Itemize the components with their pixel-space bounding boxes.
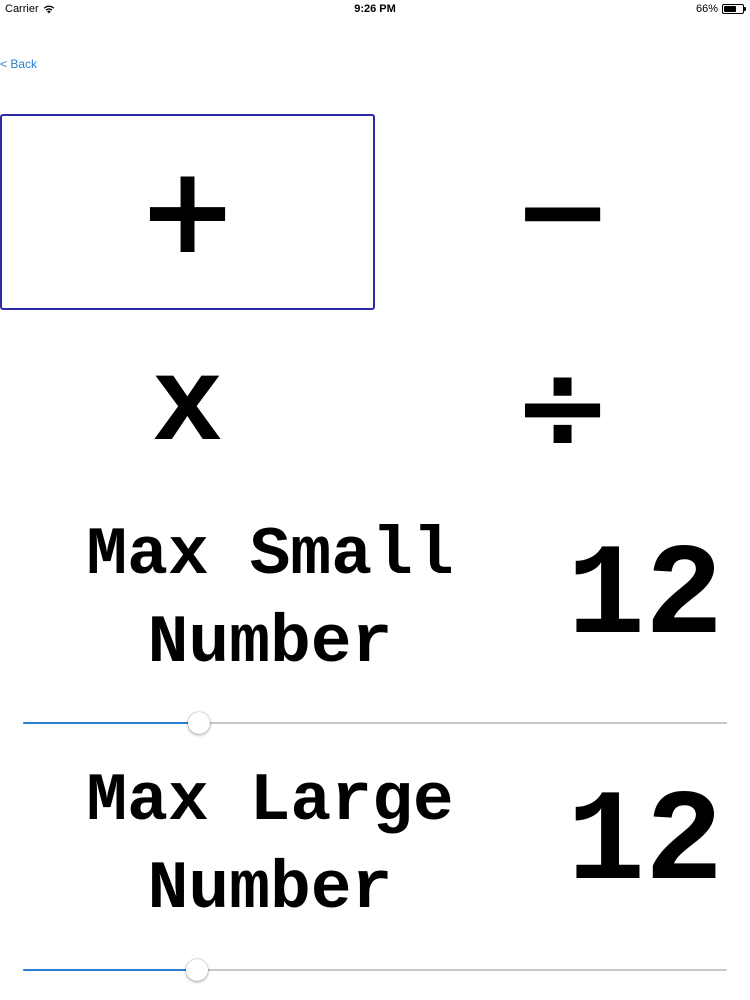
plus-icon: + xyxy=(137,142,238,281)
max-large-number-slider[interactable] xyxy=(23,955,727,985)
max-small-number-slider[interactable] xyxy=(23,708,727,738)
multiply-icon: x xyxy=(151,340,224,476)
minus-icon: − xyxy=(512,142,613,281)
max-small-number-value: 12 xyxy=(566,525,724,672)
battery-fill xyxy=(724,6,736,12)
multiply-operation-button[interactable]: x xyxy=(0,310,375,506)
max-large-number-value: 12 xyxy=(566,771,724,918)
slider-thumb[interactable] xyxy=(185,959,208,981)
plus-operation-button[interactable]: + xyxy=(0,114,375,310)
status-time: 9:26 PM xyxy=(354,3,396,15)
slider-fill xyxy=(23,969,197,971)
back-button[interactable]: < Back xyxy=(0,57,37,71)
battery-tip xyxy=(744,7,746,11)
slider-thumb[interactable] xyxy=(188,712,210,734)
status-right: 66% xyxy=(695,3,746,15)
divide-operation-button[interactable]: ÷ xyxy=(375,310,750,506)
max-small-number-label: Max Small Number xyxy=(86,517,454,682)
minus-operation-button[interactable]: − xyxy=(375,114,750,310)
divide-icon: ÷ xyxy=(512,338,613,477)
slider-fill xyxy=(23,722,199,724)
status-bar: Carrier 9:26 PM 66% xyxy=(0,0,750,20)
battery-icon xyxy=(722,4,746,14)
max-large-number-label: Max Large Number xyxy=(86,763,454,928)
battery-percent: 66% xyxy=(695,3,718,15)
